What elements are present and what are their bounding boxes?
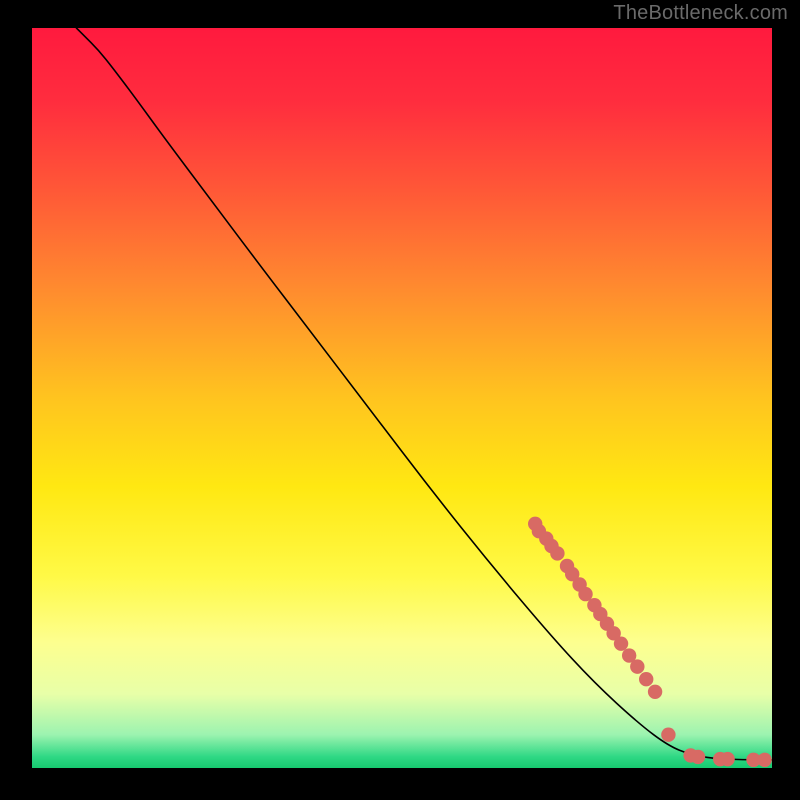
data-marker xyxy=(550,546,564,560)
data-marker xyxy=(648,685,662,699)
data-marker xyxy=(720,752,734,766)
data-marker xyxy=(691,750,705,764)
plot-area xyxy=(32,28,772,768)
chart-svg xyxy=(32,28,772,768)
data-marker xyxy=(639,672,653,686)
data-marker xyxy=(614,636,628,650)
data-marker xyxy=(661,728,675,742)
data-marker xyxy=(630,659,644,673)
gradient-background xyxy=(32,28,772,768)
chart-frame: TheBottleneck.com xyxy=(0,0,800,800)
attribution-text: TheBottleneck.com xyxy=(613,2,788,25)
data-marker xyxy=(757,753,771,767)
